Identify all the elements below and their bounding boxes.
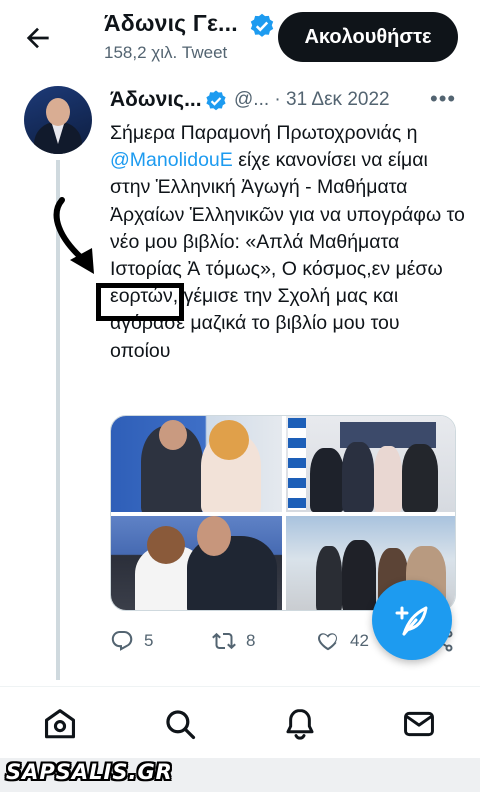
- annotation-arrow-icon: [53, 197, 94, 274]
- reply-icon: [111, 631, 133, 651]
- messages-envelope-icon[interactable]: [402, 707, 436, 741]
- follow-button[interactable]: Ακολουθήστε: [278, 12, 458, 62]
- compose-feather-icon: [395, 606, 428, 636]
- retweet-button[interactable]: 8: [212, 626, 255, 656]
- tweet-text-part: είχε κανονίσει να είμαι στην Ἑλληνική Ἀγ…: [110, 149, 465, 362]
- home-icon[interactable]: [43, 707, 77, 741]
- annotation-highlight-box: [96, 283, 184, 321]
- verified-badge-icon: [206, 90, 226, 111]
- retweet-count: 8: [246, 631, 256, 650]
- tweet-handle-date[interactable]: @... · 31 Δεκ 2022: [234, 89, 390, 111]
- like-button[interactable]: 42: [316, 626, 369, 656]
- watermark-logo: SAPSALIS.GR: [6, 760, 173, 784]
- heart-icon: [318, 633, 337, 651]
- mention-link[interactable]: @ManolidouE: [110, 149, 233, 171]
- back-arrow-icon[interactable]: [22, 22, 54, 54]
- tweet-text-part: Σήμερα Παραμονή Πρωτοχρονιάς η: [110, 122, 418, 144]
- tweet-text: Σήμερα Παραμονή Πρωτοχρονιάς η @Manolido…: [110, 120, 465, 365]
- media-photo[interactable]: [111, 416, 282, 512]
- retweet-icon: [212, 632, 236, 650]
- profile-name: Άδωνις Γε...: [104, 10, 238, 36]
- search-icon[interactable]: [163, 707, 197, 741]
- like-count: 42: [350, 631, 369, 650]
- notifications-bell-icon[interactable]: [283, 707, 317, 741]
- tweet-author-name[interactable]: Άδωνις...: [110, 88, 202, 112]
- watermark-bar: SAPSALIS.GR: [0, 758, 480, 792]
- more-options-icon[interactable]: •••: [430, 86, 456, 112]
- compose-tweet-button[interactable]: [372, 580, 452, 660]
- reply-button[interactable]: 5: [110, 626, 153, 656]
- tweet-count: 158,2 χιλ. Tweet: [104, 43, 228, 62]
- verified-badge-icon: [250, 13, 274, 37]
- media-photo[interactable]: [111, 516, 282, 610]
- profile-header: Άδωνις Γε... 158,2 χιλ. Tweet Ακολουθήστ…: [0, 0, 480, 78]
- bottom-navigation: [0, 686, 480, 758]
- avatar[interactable]: [24, 86, 92, 154]
- media-photo[interactable]: [286, 416, 455, 512]
- reply-count: 5: [144, 631, 154, 650]
